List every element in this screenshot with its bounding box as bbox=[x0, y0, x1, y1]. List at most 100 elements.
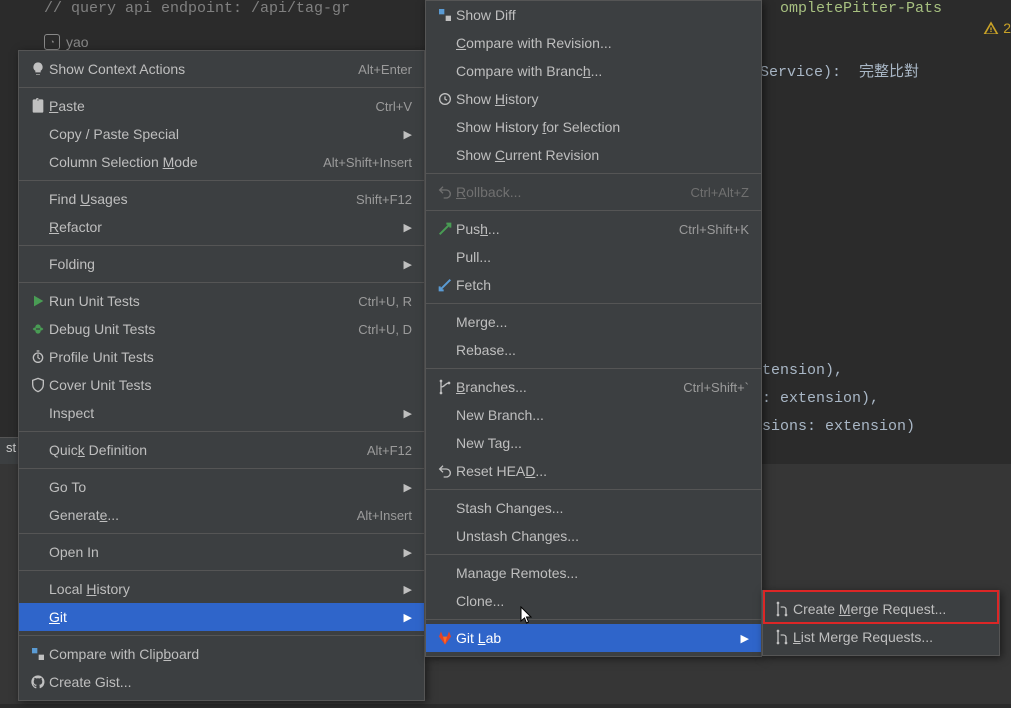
folding[interactable]: Folding ▶ bbox=[19, 250, 424, 278]
reset-head[interactable]: Reset HEAD... bbox=[426, 457, 761, 485]
submenu-arrow-icon: ▶ bbox=[404, 583, 412, 596]
stopwatch-icon bbox=[27, 349, 49, 365]
refactor[interactable]: Refactor ▶ bbox=[19, 213, 424, 241]
menu-separator bbox=[19, 431, 424, 432]
code-line: sions: extension) bbox=[762, 418, 915, 435]
debug-unit-tests[interactable]: Debug Unit Tests Ctrl+U, D bbox=[19, 315, 424, 343]
bulb-icon bbox=[27, 61, 49, 77]
person-icon: ◔ bbox=[44, 34, 60, 50]
label: Compare with Clipboard bbox=[49, 646, 412, 662]
warning-count: 2 bbox=[1003, 20, 1011, 36]
menu-separator bbox=[426, 210, 761, 211]
gitlab-menu: Create Merge Request... List Merge Reque… bbox=[762, 590, 1000, 656]
push[interactable]: Push... Ctrl+Shift+K bbox=[426, 215, 761, 243]
warning-indicator[interactable]: 2 bbox=[983, 20, 1011, 36]
generate[interactable]: Generate... Alt+Insert bbox=[19, 501, 424, 529]
merge[interactable]: Merge... bbox=[426, 308, 761, 336]
new-tag[interactable]: New Tag... bbox=[426, 429, 761, 457]
label: Git bbox=[49, 609, 386, 625]
label: Create Merge Request... bbox=[793, 601, 987, 617]
show-current-revision[interactable]: Show Current Revision bbox=[426, 141, 761, 169]
label: Compare with Branch... bbox=[456, 63, 749, 79]
label: Reset HEAD... bbox=[456, 463, 749, 479]
warning-icon bbox=[983, 20, 999, 36]
unstash-changes[interactable]: Unstash Changes... bbox=[426, 522, 761, 550]
rollback[interactable]: Rollback... Ctrl+Alt+Z bbox=[426, 178, 761, 206]
submenu-arrow-icon: ▶ bbox=[404, 481, 412, 494]
clone[interactable]: Clone... bbox=[426, 587, 761, 615]
code-type: ompletePitter-Pats bbox=[780, 0, 942, 17]
list-merge-requests[interactable]: List Merge Requests... bbox=[763, 623, 999, 651]
compare-with-revision[interactable]: Compare with Revision... bbox=[426, 29, 761, 57]
label: New Branch... bbox=[456, 407, 749, 423]
local-history[interactable]: Local History ▶ bbox=[19, 575, 424, 603]
label: Local History bbox=[49, 581, 386, 597]
compare-with-clipboard[interactable]: Compare with Clipboard bbox=[19, 640, 424, 668]
label: Find Usages bbox=[49, 191, 332, 207]
show-history[interactable]: Show History bbox=[426, 85, 761, 113]
label: Fetch bbox=[456, 277, 749, 293]
column-selection-mode[interactable]: Column Selection Mode Alt+Shift+Insert bbox=[19, 148, 424, 176]
code-line: : extension), bbox=[762, 390, 879, 407]
create-merge-request[interactable]: Create Merge Request... bbox=[763, 595, 999, 623]
submenu-arrow-icon: ▶ bbox=[404, 128, 412, 141]
label: Copy / Paste Special bbox=[49, 126, 386, 142]
new-branch[interactable]: New Branch... bbox=[426, 401, 761, 429]
code-line: Service): 完整比對 bbox=[760, 60, 919, 81]
label: Push... bbox=[456, 221, 655, 237]
submenu-arrow-icon: ▶ bbox=[404, 407, 412, 420]
compare-with-branch[interactable]: Compare with Branch... bbox=[426, 57, 761, 85]
label: Rollback... bbox=[456, 184, 666, 200]
menu-separator bbox=[426, 303, 761, 304]
shortcut: Alt+Enter bbox=[358, 62, 412, 77]
profile-unit-tests[interactable]: Profile Unit Tests bbox=[19, 343, 424, 371]
paste[interactable]: Paste Ctrl+V bbox=[19, 92, 424, 120]
quick-definition[interactable]: Quick Definition Alt+F12 bbox=[19, 436, 424, 464]
shortcut: Ctrl+Shift+K bbox=[679, 222, 749, 237]
menu-separator bbox=[426, 619, 761, 620]
inspect[interactable]: Inspect ▶ bbox=[19, 399, 424, 427]
run-unit-tests[interactable]: Run Unit Tests Ctrl+U, R bbox=[19, 287, 424, 315]
label: Generate... bbox=[49, 507, 333, 523]
label: Quick Definition bbox=[49, 442, 343, 458]
submenu-arrow-icon: ▶ bbox=[404, 546, 412, 559]
gitlab-submenu[interactable]: Git Lab ▶ bbox=[426, 624, 761, 652]
shortcut: Alt+F12 bbox=[367, 443, 412, 458]
show-context-actions[interactable]: Show Context Actions Alt+Enter bbox=[19, 55, 424, 83]
submenu-arrow-icon: ▶ bbox=[404, 221, 412, 234]
clipboard-icon bbox=[27, 98, 49, 114]
label: Rebase... bbox=[456, 342, 749, 358]
label: Show Diff bbox=[456, 7, 749, 23]
menu-separator bbox=[19, 245, 424, 246]
git-submenu[interactable]: Git ▶ bbox=[19, 603, 424, 631]
label: Compare with Revision... bbox=[456, 35, 749, 51]
create-gist[interactable]: Create Gist... bbox=[19, 668, 424, 696]
fetch[interactable]: Fetch bbox=[426, 271, 761, 299]
menu-separator bbox=[19, 635, 424, 636]
pull[interactable]: Pull... bbox=[426, 243, 761, 271]
menu-separator bbox=[19, 533, 424, 534]
open-in[interactable]: Open In ▶ bbox=[19, 538, 424, 566]
shield-icon bbox=[27, 377, 49, 393]
find-usages[interactable]: Find Usages Shift+F12 bbox=[19, 185, 424, 213]
menu-separator bbox=[19, 87, 424, 88]
show-history-for-selection[interactable]: Show History for Selection bbox=[426, 113, 761, 141]
cover-unit-tests[interactable]: Cover Unit Tests bbox=[19, 371, 424, 399]
copy-paste-special[interactable]: Copy / Paste Special ▶ bbox=[19, 120, 424, 148]
label: Cover Unit Tests bbox=[49, 377, 412, 393]
branches[interactable]: Branches... Ctrl+Shift+` bbox=[426, 373, 761, 401]
manage-remotes[interactable]: Manage Remotes... bbox=[426, 559, 761, 587]
label: Refactor bbox=[49, 219, 386, 235]
label: Inspect bbox=[49, 405, 386, 421]
play-icon bbox=[27, 293, 49, 309]
show-diff[interactable]: Show Diff bbox=[426, 1, 761, 29]
undo-icon bbox=[434, 184, 456, 200]
label: Create Gist... bbox=[49, 674, 412, 690]
label: Clone... bbox=[456, 593, 749, 609]
go-to[interactable]: Go To ▶ bbox=[19, 473, 424, 501]
label: Folding bbox=[49, 256, 386, 272]
rebase[interactable]: Rebase... bbox=[426, 336, 761, 364]
stash-changes[interactable]: Stash Changes... bbox=[426, 494, 761, 522]
menu-separator bbox=[19, 570, 424, 571]
git-menu: Show Diff Compare with Revision... Compa… bbox=[425, 0, 762, 657]
